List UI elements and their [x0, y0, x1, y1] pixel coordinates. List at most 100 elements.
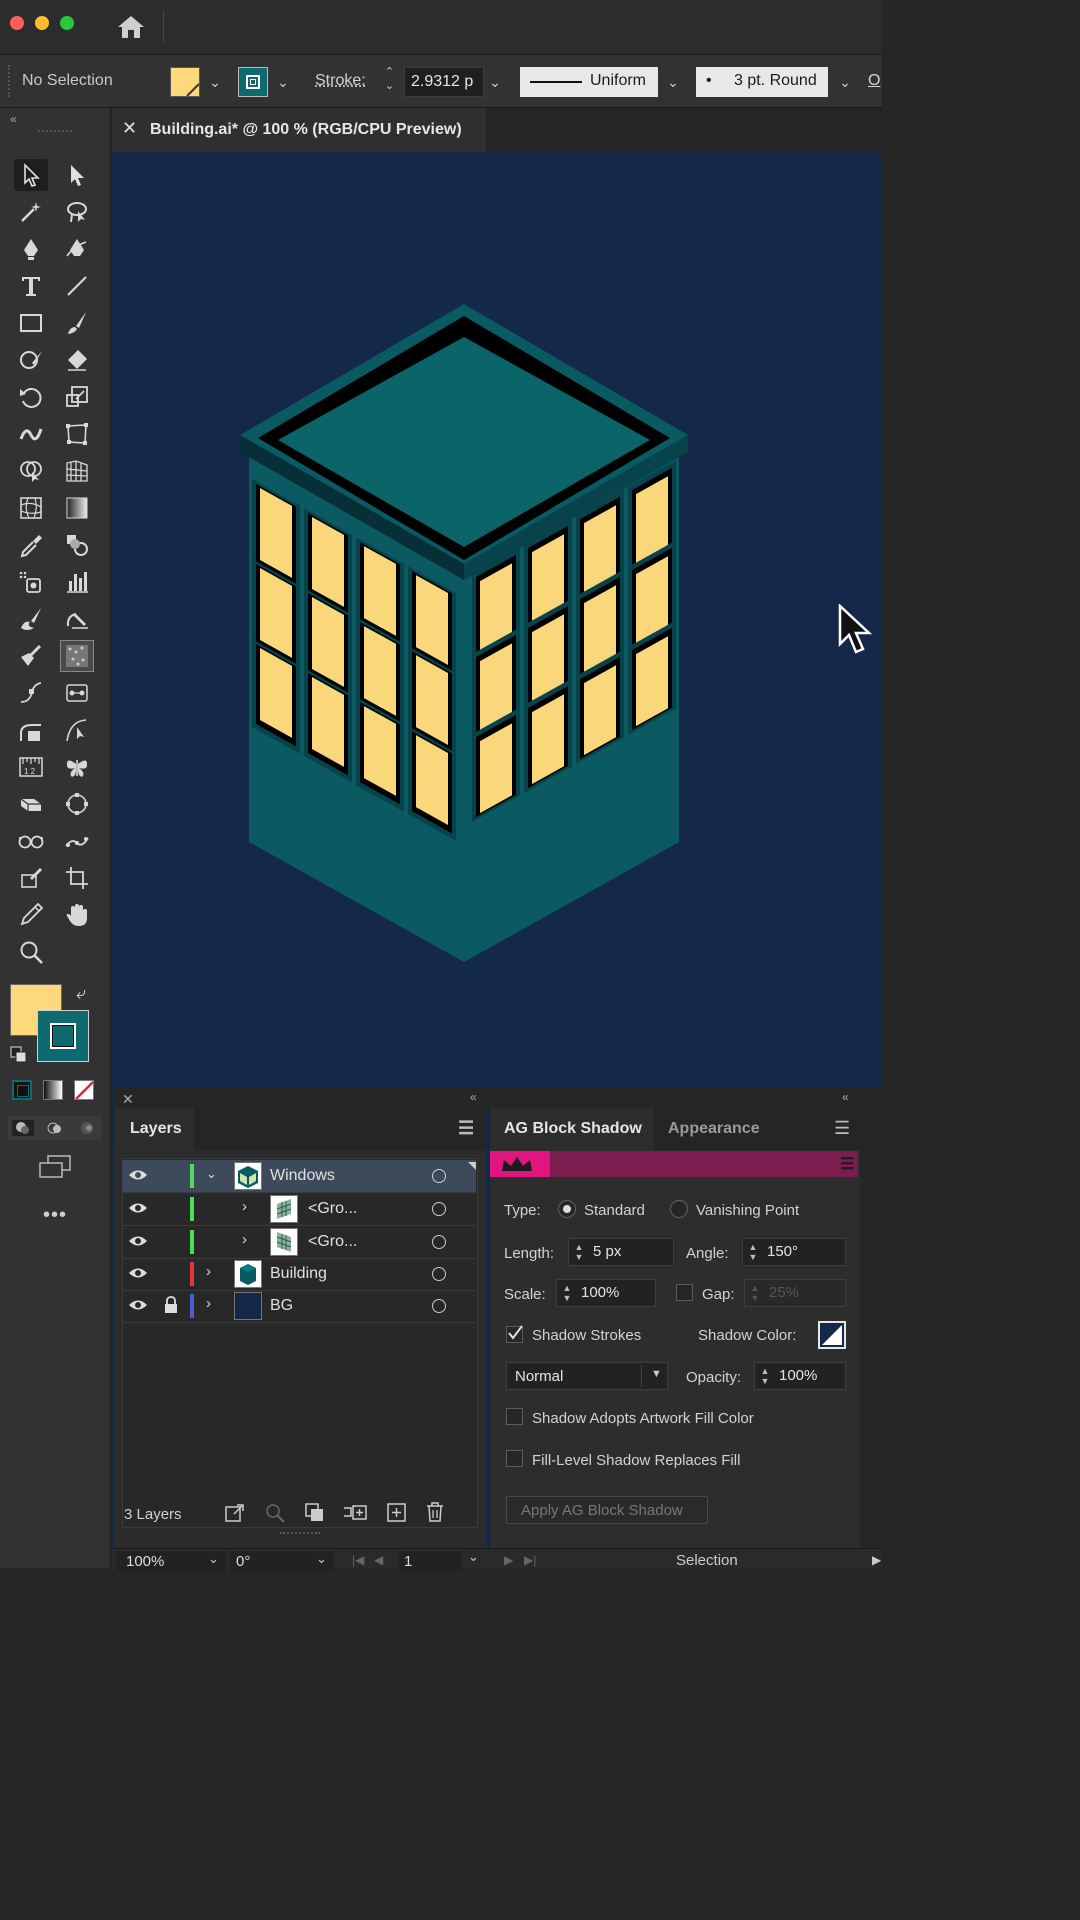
brush-chevron-icon[interactable]: ⌄ [834, 68, 856, 96]
opacity-input[interactable]: ▲ ▼ 100% [754, 1362, 846, 1390]
line-segment-tool-icon[interactable] [60, 270, 94, 302]
angle-stepper-icon[interactable]: ▲ ▼ [747, 1242, 759, 1262]
default-colors-icon[interactable] [10, 1046, 28, 1069]
expand-chevron-right-icon[interactable]: › [242, 1231, 247, 1248]
draw-normal-icon[interactable] [12, 1120, 34, 1136]
group-name[interactable]: <Gro... [308, 1233, 357, 1251]
visibility-eye-icon[interactable] [128, 1201, 148, 1220]
measure-tool-icon[interactable]: 1 2 [14, 751, 48, 783]
brush-definition[interactable]: • 3 pt. Round [696, 67, 828, 97]
pencil-tool-icon[interactable] [14, 899, 48, 931]
stroke-weight-chevron-icon[interactable]: ⌄ [484, 68, 506, 96]
layer-row-windows[interactable]: ⌄ Windows [122, 1160, 476, 1193]
stroke-weight-stepper[interactable]: ⌃ ⌄ [377, 65, 402, 97]
eraser-tool-icon[interactable] [60, 344, 94, 376]
target-circle-icon[interactable] [432, 1267, 446, 1281]
length-stepper-icon[interactable]: ▲ ▼ [573, 1242, 585, 1262]
eyedropper-tool-icon[interactable] [14, 529, 48, 561]
type-standard-radio[interactable] [558, 1200, 576, 1218]
artboard-tool-icon[interactable] [60, 862, 94, 894]
opacity-label[interactable]: O [868, 72, 880, 90]
previous-artboard-icon[interactable]: ◀ [374, 1553, 383, 1567]
stroke-swatch[interactable] [238, 67, 268, 97]
shape-builder-tool-icon[interactable] [14, 455, 48, 487]
color-mode-icon[interactable] [12, 1080, 32, 1100]
shaper-tool-icon[interactable] [14, 344, 48, 376]
trash-icon[interactable] [424, 1501, 446, 1528]
first-artboard-icon[interactable]: |◀ [352, 1553, 364, 1567]
new-layer-icon[interactable] [386, 1502, 408, 1529]
expand-chevron-right-icon[interactable]: › [206, 1295, 211, 1312]
rotation-field[interactable]: 0° ⌄ [230, 1551, 334, 1571]
reshape-tool-icon[interactable] [60, 714, 94, 746]
blend-tool-icon[interactable] [60, 529, 94, 561]
visibility-eye-icon[interactable] [128, 1298, 148, 1317]
scale-tool-icon[interactable] [60, 381, 94, 413]
expand-chevron-right-icon[interactable]: › [242, 1198, 247, 1215]
selection-tool-icon[interactable] [14, 159, 48, 191]
type-vanishing-radio[interactable] [670, 1200, 688, 1218]
resize-grip-icon[interactable] [280, 1532, 320, 1538]
zoom-field[interactable]: 100% ⌄ [116, 1551, 226, 1571]
collapse-panel-icon[interactable]: « [10, 112, 17, 126]
new-sublayer-icon[interactable] [342, 1502, 368, 1529]
stroke-dropdown-chevron-icon[interactable]: ⌄ [272, 68, 294, 96]
curvature-tool-icon[interactable] [60, 233, 94, 265]
mesh-tool-icon[interactable] [14, 492, 48, 524]
layers-menu-icon[interactable]: ☰ [458, 1118, 474, 1139]
scale-stepper-icon[interactable]: ▲ ▼ [561, 1283, 573, 1303]
close-tab-icon[interactable]: ✕ [122, 118, 137, 139]
target-circle-icon[interactable] [432, 1202, 446, 1216]
current-tool-status[interactable]: Selection [676, 1552, 738, 1569]
layers-tab[interactable]: Layers [130, 1120, 182, 1138]
none-mode-icon[interactable] [74, 1080, 94, 1100]
gap-input[interactable]: ▲ ▼ 25% [744, 1279, 846, 1307]
butterfly-symbol-icon[interactable] [60, 751, 94, 783]
width-tool-icon[interactable] [14, 418, 48, 450]
path-smoothing-icon[interactable] [60, 825, 94, 857]
target-circle-icon[interactable] [432, 1235, 446, 1249]
next-artboard-icon[interactable]: ▶ [504, 1553, 513, 1567]
column-graph-tool-icon[interactable] [60, 566, 94, 598]
gap-stepper-icon[interactable]: ▲ ▼ [749, 1283, 761, 1303]
tab-appearance[interactable]: Appearance [668, 1120, 760, 1138]
locate-object-icon[interactable] [264, 1502, 286, 1529]
puppet-warp-tool-icon[interactable] [60, 677, 94, 709]
magic-wand-tool-icon[interactable] [14, 196, 48, 228]
fill-swatch[interactable] [170, 67, 200, 97]
document-tab[interactable]: ✕ Building.ai* @ 100 % (RGB/CPU Preview) [112, 108, 486, 152]
grip-icon[interactable] [8, 65, 12, 97]
visibility-eye-icon[interactable] [128, 1234, 148, 1253]
angle-input[interactable]: ▲ ▼ 150° [742, 1238, 846, 1266]
shadow-panel-menu-icon[interactable]: ☰ [834, 1118, 850, 1139]
artboard-pattern-icon[interactable] [60, 640, 94, 672]
collapse-layers-icon[interactable]: « [470, 1090, 477, 1104]
opacity-stepper-icon[interactable]: ▲ ▼ [759, 1366, 771, 1386]
zoom-window-button[interactable] [60, 16, 74, 30]
live-paint-bucket-tool-icon[interactable] [14, 640, 48, 672]
free-transform-tool-icon[interactable] [60, 418, 94, 450]
stroke-weight-input[interactable]: 2.9312 p [404, 67, 484, 97]
screen-mode-icon[interactable] [38, 1154, 72, 1185]
gradient-mode-icon[interactable] [43, 1080, 63, 1100]
last-artboard-icon[interactable]: ▶| [524, 1553, 536, 1567]
zoom-chevron-icon[interactable]: ⌄ [208, 1551, 219, 1567]
length-input[interactable]: ▲ ▼ 5 px [568, 1238, 674, 1266]
artboard-chevron-icon[interactable]: ⌄ [468, 1549, 479, 1565]
shadow-strokes-checkbox[interactable] [506, 1325, 523, 1343]
pencil-smooth-tool-icon[interactable] [60, 603, 94, 635]
clipping-mask-icon[interactable] [304, 1502, 326, 1529]
gap-checkbox[interactable] [676, 1284, 693, 1301]
rotate-tool-icon[interactable] [14, 381, 48, 413]
close-panel-icon[interactable]: ✕ [122, 1091, 134, 1108]
tab-ag-block-shadow[interactable]: AG Block Shadow [504, 1120, 642, 1138]
toolbar-grip-icon[interactable] [38, 130, 72, 136]
status-arrow-icon[interactable]: ▶ [872, 1553, 881, 1567]
rectangle-tool-icon[interactable] [14, 307, 48, 339]
direct-selection-tool-icon[interactable] [60, 159, 94, 191]
banner-menu-icon[interactable]: ☰ [840, 1154, 854, 1174]
stroke-color-swatch[interactable] [37, 1010, 89, 1062]
rotation-chevron-icon[interactable]: ⌄ [316, 1551, 327, 1567]
draw-behind-icon[interactable] [44, 1120, 66, 1136]
profile-chevron-icon[interactable]: ⌄ [662, 68, 684, 96]
